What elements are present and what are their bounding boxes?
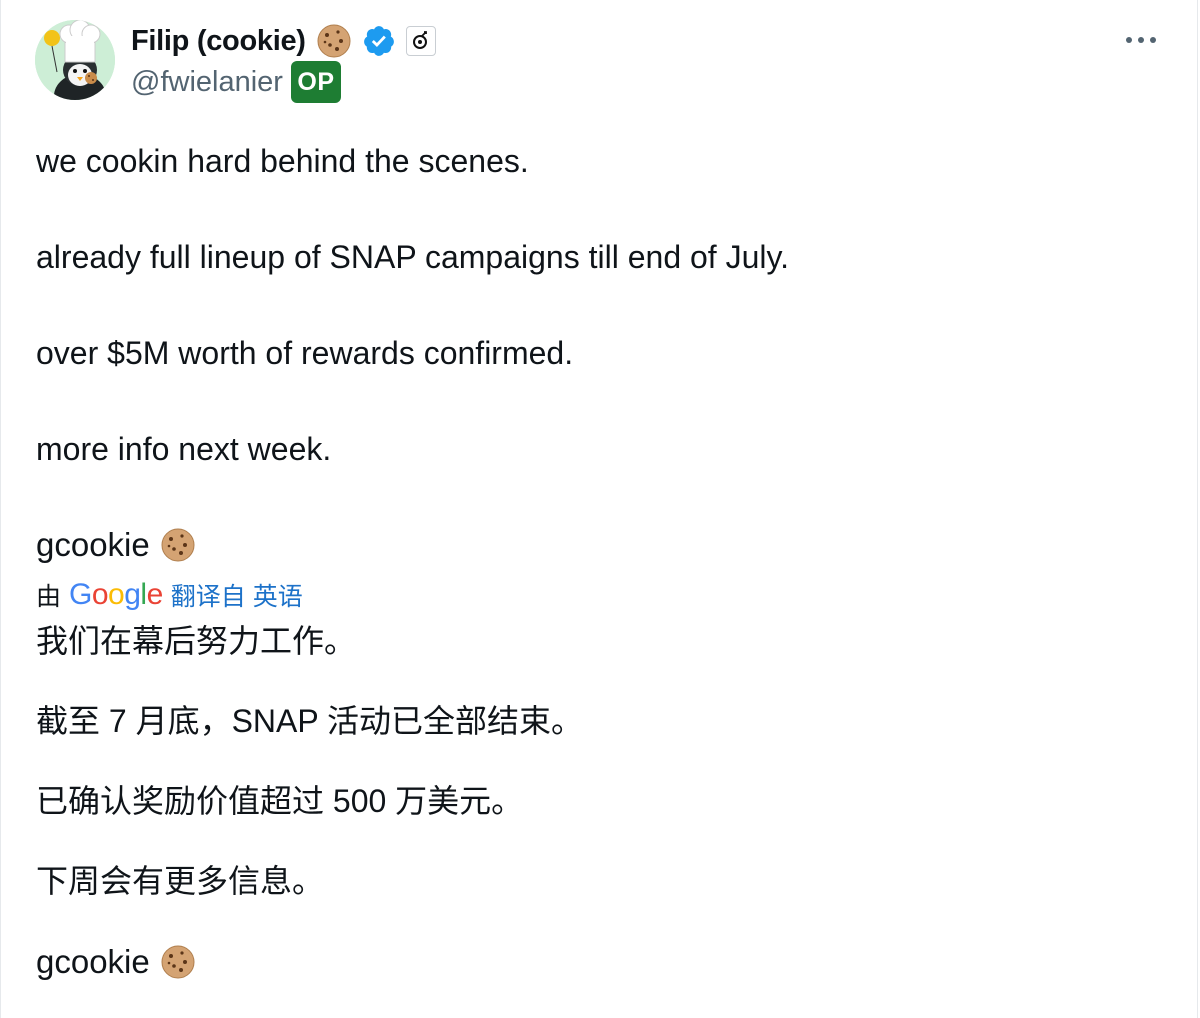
translated-text-line: 我们在幕后努力工作。 [36,623,357,659]
translated-signature: gcookie [36,942,196,982]
cookie-icon [160,527,196,563]
translated-text-line: 已确认奖励价值超过 500 万美元。 [36,783,524,819]
translated-signature-text: gcookie [36,943,150,980]
post-signature: gcookie [36,525,196,565]
affiliate-badge-icon[interactable] [405,26,436,56]
cookie-icon [316,23,352,59]
author-name-row: Filip (cookie) [131,20,436,62]
author-handle[interactable]: @fwielanier [131,66,283,99]
translated-text-line: 下周会有更多信息。 [36,863,325,899]
post-text-line: over $5M worth of rewards confirmed. [36,335,574,371]
post-signature-text: gcookie [36,526,150,563]
author-display-name[interactable]: Filip (cookie) [131,25,306,58]
translated-by-label: 由 [36,583,62,611]
translated-text-line: 截至 7 月底，SNAP 活动已全部结束。 [36,703,584,739]
author-handle-row: @fwielanier OP [131,60,341,104]
google-logo: Google [69,578,163,611]
post-text-line: we cookin hard behind the scenes. [36,143,529,179]
more-horizontal-icon [1126,37,1156,43]
post-text-line: already full lineup of SNAP campaigns ti… [36,239,789,275]
chef-penguin-avatar-image [35,20,115,100]
cookie-icon [160,944,196,980]
translated-from-link[interactable]: 翻译自 英语 [171,577,303,613]
op-badge: OP [290,61,341,103]
translation-attribution: 由 Google 翻译自 英语 [36,576,303,614]
more-options-button[interactable] [1121,26,1161,54]
author-avatar[interactable] [35,20,115,100]
verified-badge-icon[interactable] [362,24,396,58]
post-text-line: more info next week. [36,431,332,467]
post-card: Filip (cookie) @fwielanier OP we cookin … [0,0,1198,1018]
